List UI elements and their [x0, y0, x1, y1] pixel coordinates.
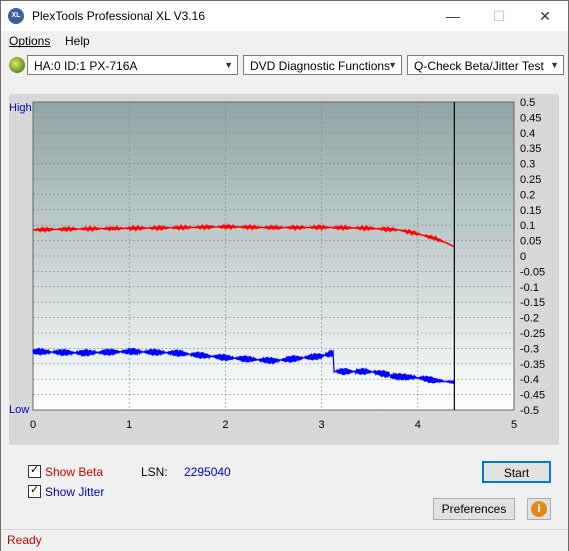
close-button[interactable]: ✕ [522, 1, 568, 31]
y-tick-label: 0.1 [520, 220, 535, 232]
y-tick-label: 0.15 [520, 205, 541, 217]
beta-jitter-chart: 0.5 0.45 0.4 0.35 0.3 0.25 0.2 0.15 0.1 0.05 0 -0.0… [9, 97, 545, 431]
x-tick-label: 3 [319, 419, 325, 431]
test-select[interactable]: Q-Check Beta/Jitter Test ▼ [407, 55, 564, 75]
info-button[interactable]: i [527, 498, 551, 520]
x-tick-label: 2 [222, 419, 228, 431]
y-tick-label: 0.05 [520, 236, 541, 248]
chart-panel: 0.5 0.45 0.4 0.35 0.3 0.25 0.2 0.15 0.1 0.05 0 -0.0… [9, 94, 559, 445]
y-tick-label: 0.4 [520, 128, 535, 140]
y-tick-label: -0.35 [520, 359, 545, 371]
menu-help[interactable]: Help [65, 34, 90, 48]
window-title: PlexTools Professional XL V3.16 [32, 9, 205, 23]
y-tick-label: -0.5 [520, 405, 539, 417]
start-button[interactable]: Start [482, 461, 551, 483]
y-tick-label: -0.1 [520, 282, 539, 294]
chevron-down-icon: ▼ [550, 60, 559, 70]
menu-bar: Options Help [1, 31, 568, 51]
chevron-down-icon: ▼ [388, 60, 397, 70]
y-tick-label: 0.45 [520, 112, 541, 124]
function-select-value: DVD Diagnostic Functions [250, 59, 391, 73]
menu-help-label: Help [65, 34, 90, 48]
menu-options[interactable]: Options [9, 34, 50, 48]
function-select[interactable]: DVD Diagnostic Functions ▼ [243, 55, 402, 75]
y-tick-label: 0.2 [520, 189, 535, 201]
y-axis-high-label: High [9, 102, 32, 114]
status-bar: Ready [1, 529, 568, 551]
x-tick-label: 0 [30, 419, 36, 431]
x-tick-label: 5 [511, 419, 517, 431]
show-jitter-label: Show Jitter [45, 485, 105, 499]
lsn-label: LSN: [141, 465, 168, 479]
y-tick-label: -0.45 [520, 390, 545, 402]
y-tick-label: 0 [520, 251, 526, 263]
status-text: Ready [7, 533, 42, 547]
chevron-down-icon: ▼ [224, 60, 233, 70]
app-logo-icon: XL [8, 8, 24, 24]
drive-select[interactable]: HA:0 ID:1 PX-716A ▼ [27, 55, 238, 75]
info-icon: i [531, 501, 547, 517]
show-beta-checkbox[interactable] [28, 463, 41, 478]
drive-select-value: HA:0 ID:1 PX-716A [34, 59, 138, 73]
y-tick-label: 0.5 [520, 97, 535, 109]
chart-grid [32, 101, 515, 411]
disc-drive-icon [9, 57, 25, 73]
y-tick-label: -0.3 [520, 343, 539, 355]
control-panel: Show Beta Show Jitter LSN: 2295040 Start… [9, 453, 560, 528]
y-tick-label: -0.05 [520, 266, 545, 278]
menu-options-label: Options [9, 34, 51, 48]
y-tick-label: -0.25 [520, 328, 545, 340]
y-tick-label: -0.2 [520, 313, 539, 325]
y-tick-label: -0.15 [520, 297, 545, 309]
y-tick-label: 0.25 [520, 174, 541, 186]
title-bar[interactable]: XL PlexTools Professional XL V3.16 — ☐ ✕ [1, 1, 568, 31]
y-tick-label: 0.35 [520, 143, 541, 155]
show-beta-label: Show Beta [45, 465, 104, 479]
maximize-button[interactable]: ☐ [476, 1, 522, 31]
x-tick-label: 1 [126, 419, 132, 431]
x-tick-label: 4 [415, 419, 421, 431]
y-axis-low-label: Low [9, 404, 29, 416]
y-tick-label: 0.3 [520, 159, 535, 171]
preferences-button[interactable]: Preferences [433, 498, 515, 520]
lsn-value: 2295040 [184, 465, 231, 479]
y-tick-label: -0.4 [520, 374, 539, 386]
minimize-button[interactable]: — [430, 1, 476, 31]
app-window: XL PlexTools Professional XL V3.16 — ☐ ✕… [0, 0, 569, 551]
show-jitter-checkbox[interactable] [28, 483, 41, 498]
test-select-value: Q-Check Beta/Jitter Test [414, 59, 544, 73]
